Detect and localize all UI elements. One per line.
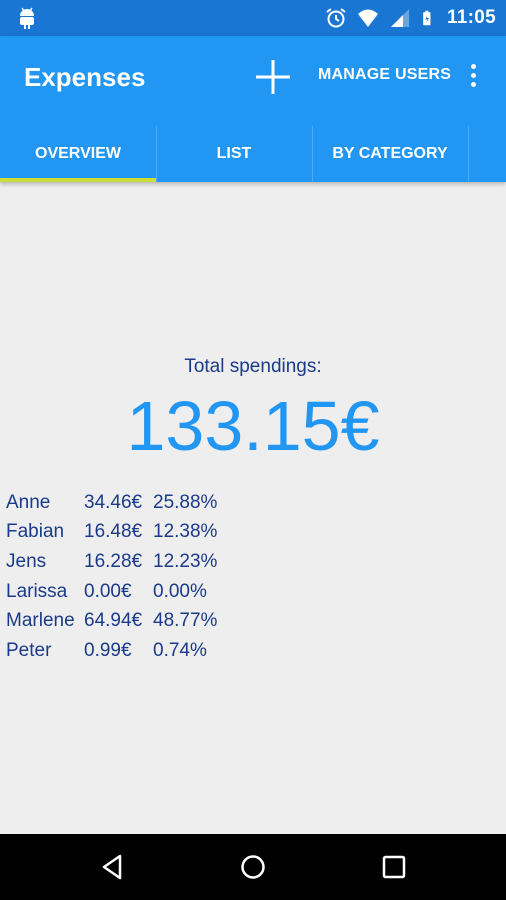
- user-row: Marlene 64.94€ 48.77%: [6, 606, 233, 636]
- overview-panel: Total spendings: 133.15€ Anne 34.46€ 25.…: [0, 182, 506, 834]
- user-amount: 16.48€: [84, 521, 143, 543]
- user-row: Jens 16.28€ 12.23%: [6, 547, 233, 577]
- user-amount: 0.99€: [84, 639, 132, 661]
- home-icon[interactable]: [238, 852, 268, 882]
- app-title: Expenses: [24, 62, 146, 92]
- status-bar: 11:05: [0, 0, 506, 36]
- overflow-icon[interactable]: [464, 60, 482, 92]
- user-amount: 64.94€: [84, 610, 143, 632]
- user-amount: 0.00€: [84, 580, 132, 602]
- tab-divider: [468, 126, 469, 182]
- user-row: Anne 34.46€ 25.88%: [6, 488, 233, 518]
- user-name: Marlene: [6, 610, 75, 632]
- user-row: Larissa 0.00€ 0.00%: [6, 577, 233, 607]
- app-bar: Expenses MANAGE USERS OVERVIEW LIST BY C…: [0, 36, 506, 182]
- system-nav-bar: [0, 834, 506, 900]
- user-name: Anne: [6, 491, 51, 513]
- user-percent: 12.23%: [153, 550, 218, 572]
- user-percent: 48.77%: [153, 610, 218, 632]
- user-name: Jens: [6, 550, 47, 572]
- user-amount: 34.46€: [84, 491, 143, 513]
- user-percent: 0.74%: [153, 639, 207, 661]
- back-icon[interactable]: [98, 852, 128, 882]
- wifi-icon: [357, 9, 378, 27]
- clock-time: 11:05: [446, 7, 496, 28]
- tab-bar: OVERVIEW LIST BY CATEGORY: [0, 126, 506, 182]
- user-percent: 12.38%: [153, 521, 218, 543]
- alarm-icon: [326, 8, 346, 28]
- battery-icon: [423, 10, 431, 26]
- tab-by-category[interactable]: BY CATEGORY: [312, 126, 468, 182]
- total-label: Total spendings:: [184, 356, 322, 377]
- manage-users-button[interactable]: MANAGE USERS: [318, 66, 451, 84]
- user-name: Fabian: [6, 521, 65, 543]
- recents-icon[interactable]: [379, 852, 409, 882]
- user-percent: 25.88%: [153, 491, 218, 513]
- plus-icon[interactable]: [252, 56, 294, 98]
- total-amount: 133.15€: [126, 387, 380, 465]
- user-breakdown-list: Anne 34.46€ 25.88% Fabian 16.48€ 12.38% …: [6, 488, 233, 666]
- user-amount: 16.28€: [84, 550, 143, 572]
- android-icon: [20, 7, 34, 29]
- user-name: Peter: [6, 639, 52, 661]
- tab-list[interactable]: LIST: [156, 126, 312, 182]
- tab-overview[interactable]: OVERVIEW: [0, 126, 156, 182]
- user-row: Fabian 16.48€ 12.38%: [6, 518, 233, 548]
- user-percent: 0.00%: [153, 580, 207, 602]
- signal-icon: [390, 9, 409, 27]
- user-row: Peter 0.99€ 0.74%: [6, 636, 233, 666]
- user-name: Larissa: [6, 580, 68, 602]
